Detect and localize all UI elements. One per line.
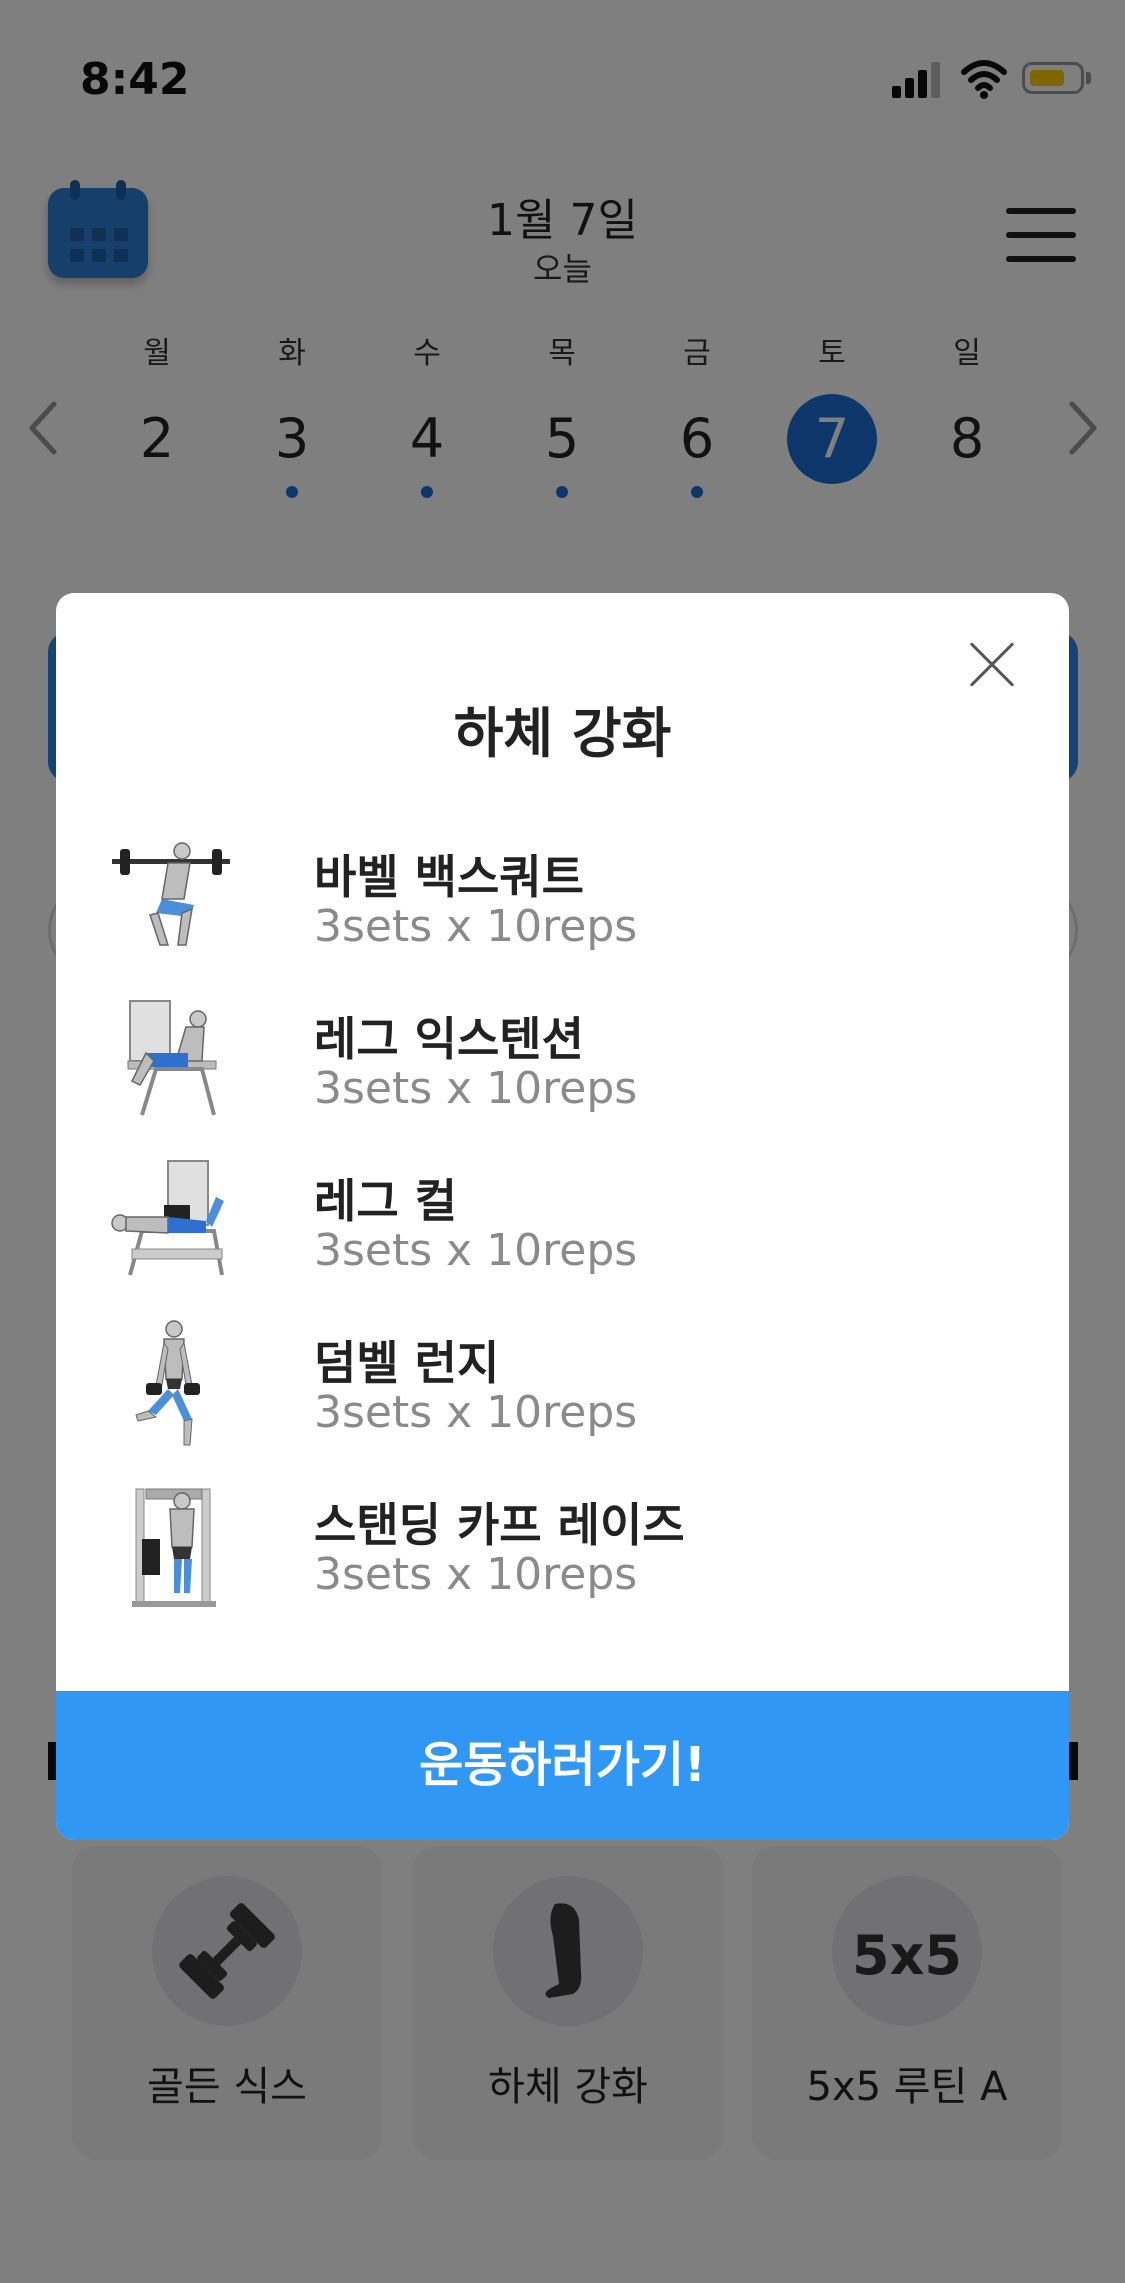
standing-calf-raise-illustration (132, 1488, 216, 1607)
exercise-item[interactable]: 스탠딩 카프 레이즈 3sets x 10reps (56, 1481, 1069, 1641)
exercise-name: 레그 익스텐션 (314, 1012, 584, 1066)
modal-title: 하체 강화 (453, 702, 672, 765)
exercise-item[interactable]: 덤벨 런지 3sets x 10reps (56, 1319, 1069, 1479)
exercise-name: 스탠딩 카프 레이즈 (314, 1498, 685, 1552)
leg-extension-illustration (127, 1000, 217, 1116)
leg-curl-illustration (111, 1160, 224, 1276)
exercise-sets: 3sets x 10reps (314, 1387, 638, 1438)
exercise-name: 덤벨 런지 (314, 1336, 500, 1390)
exercise-sets: 3sets x 10reps (314, 1063, 638, 1114)
start-workout-button[interactable]: 운동하러가기! (56, 1691, 1069, 1840)
exercise-item[interactable]: 레그 컬 3sets x 10reps (56, 1157, 1069, 1317)
close-icon[interactable] (968, 641, 1016, 689)
exercise-sets: 3sets x 10reps (314, 1549, 638, 1600)
exercise-sets: 3sets x 10reps (314, 901, 638, 952)
exercise-name: 바벨 백스쿼트 (314, 850, 584, 904)
exercise-item[interactable]: 바벨 백스쿼트 3sets x 10reps (56, 833, 1069, 993)
exercise-item[interactable]: 레그 익스텐션 3sets x 10reps (56, 995, 1069, 1155)
exercise-sets: 3sets x 10reps (314, 1225, 638, 1276)
exercise-name: 레그 컬 (314, 1174, 457, 1228)
routine-modal: 하체 강화 바벨 백스쿼트 3sets x 10reps 레그 익스텐션 3se… (56, 593, 1069, 1840)
dumbbell-lunge-illustration (135, 1320, 200, 1446)
barbell-squat-illustration (112, 842, 230, 946)
